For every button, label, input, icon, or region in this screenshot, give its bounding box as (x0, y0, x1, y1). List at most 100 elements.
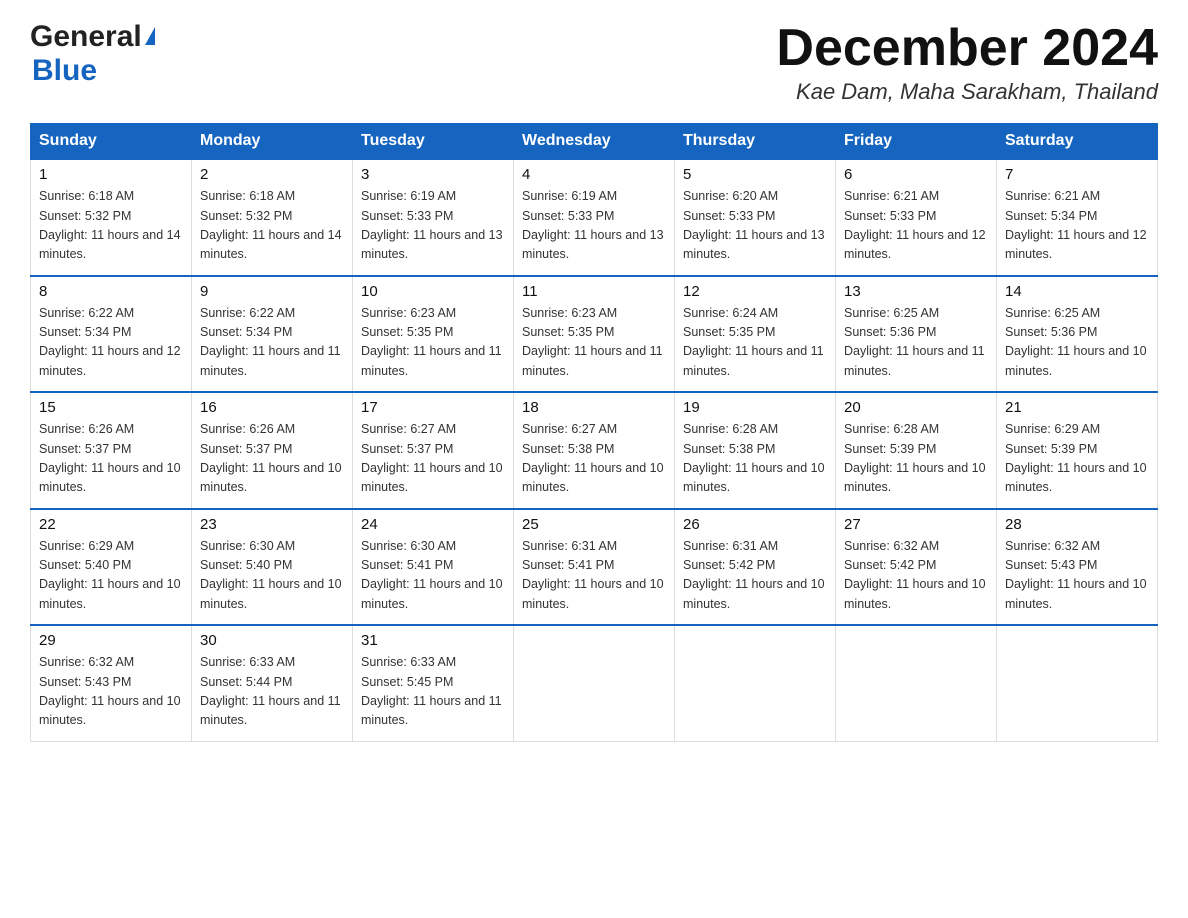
day-info: Sunrise: 6:21 AMSunset: 5:34 PMDaylight:… (1005, 189, 1147, 261)
calendar-week-3: 15 Sunrise: 6:26 AMSunset: 5:37 PMDaylig… (31, 392, 1158, 509)
weekday-header-tuesday: Tuesday (353, 124, 514, 160)
day-info: Sunrise: 6:29 AMSunset: 5:39 PMDaylight:… (1005, 422, 1147, 494)
day-info: Sunrise: 6:28 AMSunset: 5:39 PMDaylight:… (844, 422, 986, 494)
page-header: General Blue December 2024 Kae Dam, Maha… (30, 20, 1158, 105)
day-info: Sunrise: 6:22 AMSunset: 5:34 PMDaylight:… (39, 306, 181, 378)
day-info: Sunrise: 6:21 AMSunset: 5:33 PMDaylight:… (844, 189, 986, 261)
day-number: 11 (522, 283, 666, 300)
calendar-day-8: 8 Sunrise: 6:22 AMSunset: 5:34 PMDayligh… (31, 276, 192, 393)
day-info: Sunrise: 6:26 AMSunset: 5:37 PMDaylight:… (39, 422, 181, 494)
day-number: 16 (200, 399, 344, 416)
calendar-week-1: 1 Sunrise: 6:18 AMSunset: 5:32 PMDayligh… (31, 159, 1158, 276)
day-info: Sunrise: 6:30 AMSunset: 5:40 PMDaylight:… (200, 539, 342, 611)
logo-triangle-icon (145, 27, 155, 45)
calendar-day-14: 14 Sunrise: 6:25 AMSunset: 5:36 PMDaylig… (997, 276, 1158, 393)
day-info: Sunrise: 6:24 AMSunset: 5:35 PMDaylight:… (683, 306, 824, 378)
weekday-header-wednesday: Wednesday (514, 124, 675, 160)
calendar-day-31: 31 Sunrise: 6:33 AMSunset: 5:45 PMDaylig… (353, 625, 514, 741)
day-number: 18 (522, 399, 666, 416)
day-info: Sunrise: 6:28 AMSunset: 5:38 PMDaylight:… (683, 422, 825, 494)
calendar-day-6: 6 Sunrise: 6:21 AMSunset: 5:33 PMDayligh… (836, 159, 997, 276)
day-number: 29 (39, 632, 183, 649)
calendar-day-20: 20 Sunrise: 6:28 AMSunset: 5:39 PMDaylig… (836, 392, 997, 509)
day-info: Sunrise: 6:32 AMSunset: 5:43 PMDaylight:… (39, 655, 181, 727)
day-number: 9 (200, 283, 344, 300)
day-number: 20 (844, 399, 988, 416)
calendar-day-10: 10 Sunrise: 6:23 AMSunset: 5:35 PMDaylig… (353, 276, 514, 393)
day-info: Sunrise: 6:23 AMSunset: 5:35 PMDaylight:… (361, 306, 502, 378)
day-number: 12 (683, 283, 827, 300)
calendar-day-12: 12 Sunrise: 6:24 AMSunset: 5:35 PMDaylig… (675, 276, 836, 393)
calendar-day-9: 9 Sunrise: 6:22 AMSunset: 5:34 PMDayligh… (192, 276, 353, 393)
day-info: Sunrise: 6:27 AMSunset: 5:37 PMDaylight:… (361, 422, 503, 494)
weekday-header-thursday: Thursday (675, 124, 836, 160)
day-info: Sunrise: 6:25 AMSunset: 5:36 PMDaylight:… (1005, 306, 1147, 378)
day-info: Sunrise: 6:29 AMSunset: 5:40 PMDaylight:… (39, 539, 181, 611)
day-number: 17 (361, 399, 505, 416)
calendar-table: SundayMondayTuesdayWednesdayThursdayFrid… (30, 123, 1158, 742)
day-number: 1 (39, 166, 183, 183)
logo: General Blue (30, 20, 155, 88)
day-number: 22 (39, 516, 183, 533)
day-number: 15 (39, 399, 183, 416)
day-info: Sunrise: 6:20 AMSunset: 5:33 PMDaylight:… (683, 189, 825, 261)
day-number: 4 (522, 166, 666, 183)
day-info: Sunrise: 6:31 AMSunset: 5:41 PMDaylight:… (522, 539, 664, 611)
day-info: Sunrise: 6:18 AMSunset: 5:32 PMDaylight:… (39, 189, 181, 261)
day-number: 14 (1005, 283, 1149, 300)
calendar-day-29: 29 Sunrise: 6:32 AMSunset: 5:43 PMDaylig… (31, 625, 192, 741)
calendar-day-19: 19 Sunrise: 6:28 AMSunset: 5:38 PMDaylig… (675, 392, 836, 509)
day-info: Sunrise: 6:25 AMSunset: 5:36 PMDaylight:… (844, 306, 985, 378)
calendar-day-27: 27 Sunrise: 6:32 AMSunset: 5:42 PMDaylig… (836, 509, 997, 626)
day-number: 5 (683, 166, 827, 183)
day-number: 19 (683, 399, 827, 416)
day-number: 7 (1005, 166, 1149, 183)
day-number: 27 (844, 516, 988, 533)
day-number: 24 (361, 516, 505, 533)
day-info: Sunrise: 6:26 AMSunset: 5:37 PMDaylight:… (200, 422, 342, 494)
day-info: Sunrise: 6:19 AMSunset: 5:33 PMDaylight:… (522, 189, 664, 261)
calendar-day-28: 28 Sunrise: 6:32 AMSunset: 5:43 PMDaylig… (997, 509, 1158, 626)
calendar-day-30: 30 Sunrise: 6:33 AMSunset: 5:44 PMDaylig… (192, 625, 353, 741)
day-info: Sunrise: 6:27 AMSunset: 5:38 PMDaylight:… (522, 422, 664, 494)
calendar-day-15: 15 Sunrise: 6:26 AMSunset: 5:37 PMDaylig… (31, 392, 192, 509)
day-number: 31 (361, 632, 505, 649)
calendar-empty-4-5 (836, 625, 997, 741)
day-number: 6 (844, 166, 988, 183)
calendar-week-5: 29 Sunrise: 6:32 AMSunset: 5:43 PMDaylig… (31, 625, 1158, 741)
weekday-header-friday: Friday (836, 124, 997, 160)
day-number: 13 (844, 283, 988, 300)
month-title: December 2024 (776, 20, 1158, 77)
calendar-empty-4-4 (675, 625, 836, 741)
calendar-day-13: 13 Sunrise: 6:25 AMSunset: 5:36 PMDaylig… (836, 276, 997, 393)
calendar-day-3: 3 Sunrise: 6:19 AMSunset: 5:33 PMDayligh… (353, 159, 514, 276)
day-info: Sunrise: 6:32 AMSunset: 5:42 PMDaylight:… (844, 539, 986, 611)
day-number: 23 (200, 516, 344, 533)
calendar-day-18: 18 Sunrise: 6:27 AMSunset: 5:38 PMDaylig… (514, 392, 675, 509)
logo-general-text: General (30, 20, 142, 54)
calendar-day-16: 16 Sunrise: 6:26 AMSunset: 5:37 PMDaylig… (192, 392, 353, 509)
day-info: Sunrise: 6:32 AMSunset: 5:43 PMDaylight:… (1005, 539, 1147, 611)
weekday-header-saturday: Saturday (997, 124, 1158, 160)
calendar-day-17: 17 Sunrise: 6:27 AMSunset: 5:37 PMDaylig… (353, 392, 514, 509)
calendar-day-22: 22 Sunrise: 6:29 AMSunset: 5:40 PMDaylig… (31, 509, 192, 626)
logo-blue-text: Blue (32, 54, 97, 87)
calendar-day-26: 26 Sunrise: 6:31 AMSunset: 5:42 PMDaylig… (675, 509, 836, 626)
day-info: Sunrise: 6:30 AMSunset: 5:41 PMDaylight:… (361, 539, 503, 611)
day-info: Sunrise: 6:22 AMSunset: 5:34 PMDaylight:… (200, 306, 341, 378)
weekday-header-sunday: Sunday (31, 124, 192, 160)
calendar-week-2: 8 Sunrise: 6:22 AMSunset: 5:34 PMDayligh… (31, 276, 1158, 393)
weekday-header-row: SundayMondayTuesdayWednesdayThursdayFrid… (31, 124, 1158, 160)
day-number: 26 (683, 516, 827, 533)
day-info: Sunrise: 6:19 AMSunset: 5:33 PMDaylight:… (361, 189, 503, 261)
calendar-day-24: 24 Sunrise: 6:30 AMSunset: 5:41 PMDaylig… (353, 509, 514, 626)
day-number: 2 (200, 166, 344, 183)
calendar-week-4: 22 Sunrise: 6:29 AMSunset: 5:40 PMDaylig… (31, 509, 1158, 626)
calendar-empty-4-6 (997, 625, 1158, 741)
location-subtitle: Kae Dam, Maha Sarakham, Thailand (776, 79, 1158, 105)
day-info: Sunrise: 6:23 AMSunset: 5:35 PMDaylight:… (522, 306, 663, 378)
calendar-day-11: 11 Sunrise: 6:23 AMSunset: 5:35 PMDaylig… (514, 276, 675, 393)
calendar-day-1: 1 Sunrise: 6:18 AMSunset: 5:32 PMDayligh… (31, 159, 192, 276)
day-number: 8 (39, 283, 183, 300)
day-number: 28 (1005, 516, 1149, 533)
